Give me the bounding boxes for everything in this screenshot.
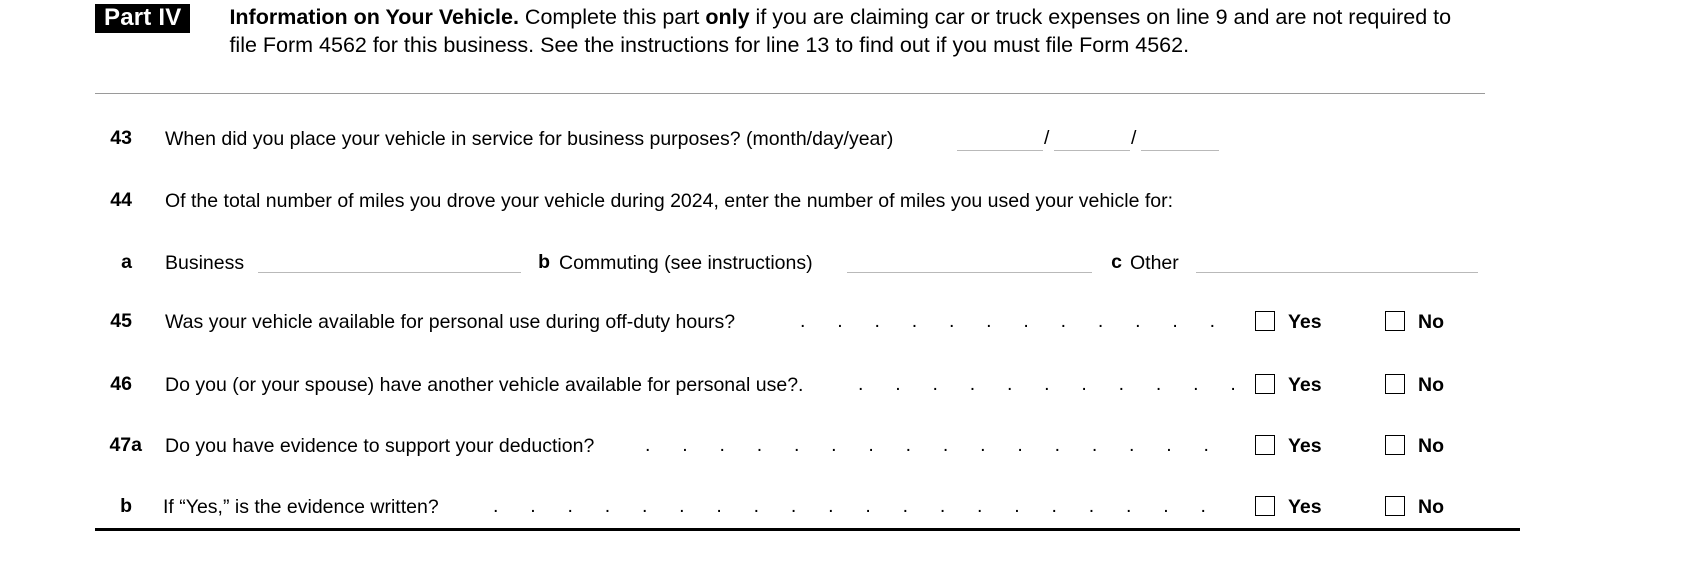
line-43-month-blank[interactable]	[957, 150, 1043, 151]
line-47b-yes-checkbox[interactable]	[1255, 496, 1275, 516]
part-intro-lead: Complete this part	[518, 5, 706, 29]
line-47b-yes-label: Yes	[1288, 496, 1322, 518]
line-47b-no-checkbox[interactable]	[1385, 496, 1405, 516]
line-47a-no-label: No	[1418, 435, 1444, 457]
line-45-no-checkbox[interactable]	[1385, 311, 1405, 331]
line-46-yes-label: Yes	[1288, 374, 1322, 396]
line-43-separator-1: /	[1044, 127, 1050, 149]
line-43-number: 43	[110, 127, 132, 149]
header-divider	[95, 93, 1485, 94]
line-46-no-label: No	[1418, 374, 1444, 396]
line-44-number: 44	[110, 189, 132, 211]
line-44b-blank[interactable]	[847, 272, 1092, 273]
line-46-text: Do you (or your spouse) have another veh…	[165, 374, 804, 396]
line-46-no-checkbox[interactable]	[1385, 374, 1405, 394]
line-47a-no-checkbox[interactable]	[1385, 435, 1405, 455]
line-43-day-blank[interactable]	[1054, 150, 1130, 151]
line-47a-dot-leader: . . . . . . . . . . . . . . . . . .	[645, 434, 1237, 456]
line-45-text: Was your vehicle available for personal …	[165, 311, 736, 333]
line-46-yes-checkbox[interactable]	[1255, 374, 1275, 394]
line-47b-dot-leader: . . . . . . . . . . . . . . . . . . . . …	[493, 495, 1237, 517]
line-44b-label: Commuting (see instructions)	[559, 252, 813, 274]
part-heading-text: Information on Your Vehicle. Complete th…	[229, 4, 1480, 59]
part-title: Information on Your Vehicle.	[229, 5, 519, 29]
line-45-yes-checkbox[interactable]	[1255, 311, 1275, 331]
line-44b-letter: b	[538, 251, 550, 273]
line-45-number: 45	[110, 310, 132, 332]
section-bottom-divider	[95, 528, 1520, 531]
line-44c-blank[interactable]	[1196, 272, 1478, 273]
line-43-text: When did you place your vehicle in servi…	[165, 128, 894, 150]
line-45-dot-leader: . . . . . . . . . . . . . . . .	[800, 310, 1236, 332]
line-44a-letter: a	[121, 251, 132, 273]
line-44a-label: Business	[165, 252, 245, 274]
line-47a-text: Do you have evidence to support your ded…	[165, 435, 595, 457]
line-45-yes-label: Yes	[1288, 311, 1322, 333]
line-47a-yes-checkbox[interactable]	[1255, 435, 1275, 455]
line-44c-letter: c	[1111, 251, 1122, 273]
line-47b-no-label: No	[1418, 496, 1444, 518]
line-44a-blank[interactable]	[258, 272, 521, 273]
line-46-number: 46	[110, 373, 132, 395]
part-badge: Part IV	[95, 4, 191, 34]
line-43-year-blank[interactable]	[1141, 150, 1219, 151]
part-intro-emphasis: only	[705, 5, 750, 29]
line-44-text: Of the total number of miles you drove y…	[165, 190, 1174, 212]
part-header: Part IV Information on Your Vehicle. Com…	[95, 4, 1480, 59]
line-46-dot-leader: . . . . . . . . . . . . . .	[858, 373, 1238, 395]
line-47a-number: 47a	[109, 434, 142, 456]
line-47b-text: If “Yes,” is the evidence written?	[163, 496, 439, 518]
line-44c-label: Other	[1130, 252, 1179, 274]
line-43-separator-2: /	[1131, 127, 1137, 149]
line-47a-yes-label: Yes	[1288, 435, 1322, 457]
schedule-c-part-iv: Part IV Information on Your Vehicle. Com…	[0, 0, 1700, 564]
line-47b-letter: b	[120, 495, 132, 517]
line-45-no-label: No	[1418, 311, 1444, 333]
